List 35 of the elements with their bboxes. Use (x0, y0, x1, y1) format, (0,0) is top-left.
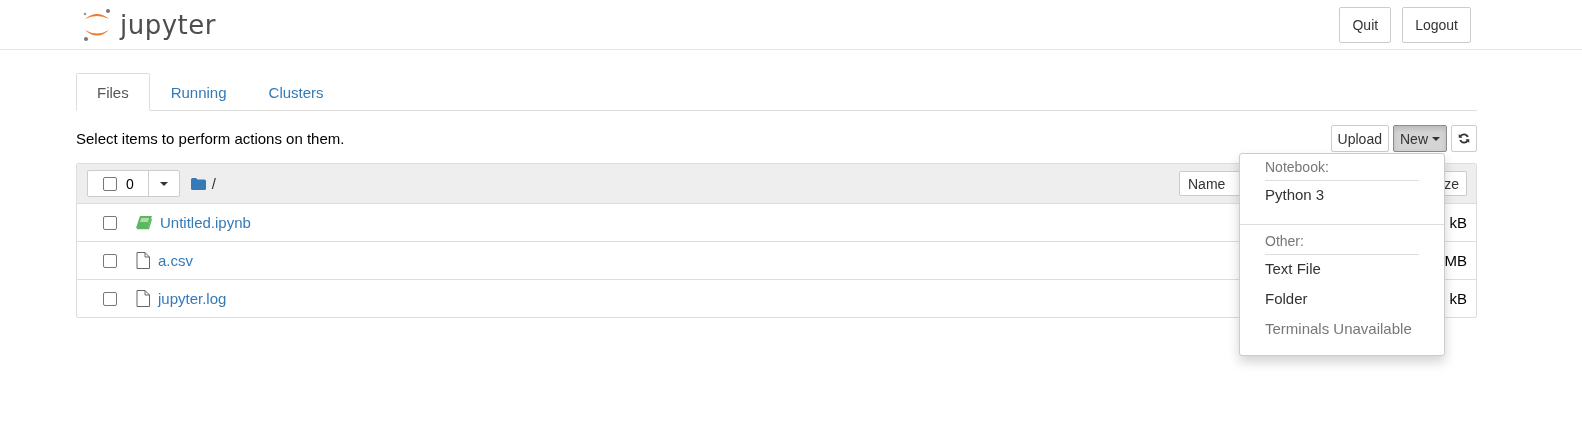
refresh-button[interactable] (1451, 125, 1477, 152)
tab[interactable]: Clusters (247, 73, 345, 111)
new-button[interactable]: New (1393, 125, 1447, 152)
file-icon (136, 290, 150, 307)
refresh-icon (1458, 132, 1470, 145)
checkbox[interactable] (103, 253, 117, 268)
file-size: kB (1449, 290, 1467, 307)
upload-button[interactable]: Upload (1330, 125, 1389, 152)
file-size: MB (1444, 252, 1467, 269)
file-link[interactable]: a.csv (158, 252, 193, 269)
file-size: kB (1449, 214, 1467, 231)
tab[interactable]: Files (76, 73, 150, 111)
select-all-control[interactable]: 0 (87, 170, 180, 197)
logo-text: jupyter (120, 9, 216, 40)
checkbox[interactable] (103, 291, 117, 306)
caret-icon (159, 181, 168, 186)
caret-icon (1432, 136, 1440, 141)
book-icon (136, 215, 152, 230)
file-icon (136, 252, 150, 269)
tab[interactable]: Running (149, 73, 248, 111)
selected-count: 0 (126, 175, 134, 192)
breadcrumb-link[interactable]: / (211, 175, 216, 192)
hint-text: Select items to perform actions on them. (76, 130, 345, 147)
folder-icon (190, 177, 206, 190)
logo-icon (82, 7, 112, 42)
checkbox[interactable] (103, 176, 117, 191)
file-link[interactable]: Untitled.ipynb (160, 214, 251, 231)
menu-item[interactable]: Text File (1240, 255, 1444, 285)
menu-section-header: Other: (1265, 230, 1419, 255)
quit-button[interactable]: Quit (1339, 6, 1392, 43)
file-link[interactable]: jupyter.log (158, 290, 227, 307)
logout-button[interactable]: Logout (1402, 6, 1471, 43)
menu-section-header: Notebook: (1265, 156, 1419, 181)
checkbox[interactable] (103, 215, 117, 230)
menu-item[interactable]: Folder (1240, 285, 1444, 315)
